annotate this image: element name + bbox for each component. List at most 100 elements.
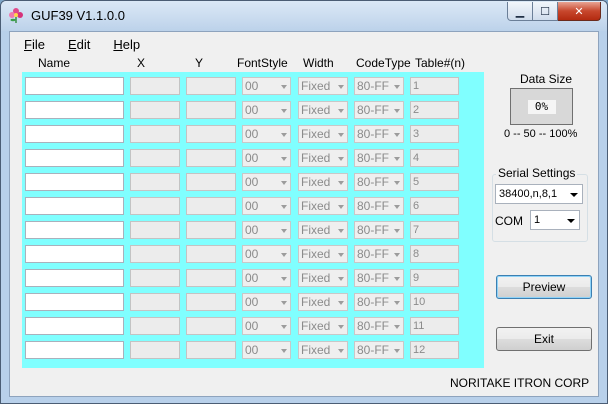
x-input[interactable]	[130, 149, 180, 167]
maximize-button[interactable]: ☐	[533, 2, 558, 21]
y-input[interactable]	[186, 341, 236, 359]
fontstyle-select[interactable]: 00	[242, 293, 291, 311]
table-n-input[interactable]: 5	[410, 173, 459, 191]
y-input[interactable]	[186, 197, 236, 215]
name-input[interactable]	[25, 125, 124, 143]
y-input[interactable]	[186, 125, 236, 143]
name-input[interactable]	[25, 173, 124, 191]
codetype-select[interactable]: 80-FF	[354, 341, 404, 359]
com-port-select[interactable]: 1	[530, 210, 580, 230]
fontstyle-select[interactable]: 00	[242, 77, 291, 95]
table-n-input[interactable]: 10	[410, 293, 459, 311]
x-input[interactable]	[130, 221, 180, 239]
table-n-input[interactable]: 7	[410, 221, 459, 239]
width-select[interactable]: Fixed	[298, 317, 348, 335]
codetype-select[interactable]: 80-FF	[354, 173, 404, 191]
menu-help[interactable]: Help	[99, 34, 149, 54]
table-n-input[interactable]: 1	[410, 77, 459, 95]
width-select[interactable]: Fixed	[298, 197, 348, 215]
name-input[interactable]	[25, 269, 124, 287]
table-row: 00 Fixed 80-FF 8	[22, 245, 484, 265]
menu-file[interactable]: File	[10, 34, 54, 54]
width-select[interactable]: Fixed	[298, 101, 348, 119]
fontstyle-select[interactable]: 00	[242, 101, 291, 119]
y-input[interactable]	[186, 245, 236, 263]
menu-edit[interactable]: Edit	[54, 34, 99, 54]
codetype-select[interactable]: 80-FF	[354, 197, 404, 215]
preview-button[interactable]: Preview	[496, 275, 592, 299]
width-select[interactable]: Fixed	[298, 341, 348, 359]
name-input[interactable]	[25, 149, 124, 167]
x-input[interactable]	[130, 101, 180, 119]
table-n-input[interactable]: 3	[410, 125, 459, 143]
x-input[interactable]	[130, 245, 180, 263]
name-input[interactable]	[25, 197, 124, 215]
table-n-input[interactable]: 2	[410, 101, 459, 119]
table-n-input[interactable]: 11	[410, 317, 459, 335]
codetype-select[interactable]: 80-FF	[354, 293, 404, 311]
fontstyle-select[interactable]: 00	[242, 221, 291, 239]
name-input[interactable]	[25, 101, 124, 119]
x-input[interactable]	[130, 125, 180, 143]
y-input[interactable]	[186, 221, 236, 239]
fontstyle-select[interactable]: 00	[242, 245, 291, 263]
x-input[interactable]	[130, 341, 180, 359]
codetype-select[interactable]: 80-FF	[354, 317, 404, 335]
header-y: Y	[195, 56, 204, 70]
x-input[interactable]	[130, 317, 180, 335]
x-input[interactable]	[130, 293, 180, 311]
table-n-input[interactable]: 12	[410, 341, 459, 359]
width-select[interactable]: Fixed	[298, 221, 348, 239]
fontstyle-select[interactable]: 00	[242, 125, 291, 143]
y-input[interactable]	[186, 77, 236, 95]
width-select[interactable]: Fixed	[298, 269, 348, 287]
codetype-select[interactable]: 80-FF	[354, 269, 404, 287]
minimize-button[interactable]: ▁	[507, 2, 533, 21]
fontstyle-select[interactable]: 00	[242, 317, 291, 335]
fontstyle-select[interactable]: 00	[242, 269, 291, 287]
name-input[interactable]	[25, 221, 124, 239]
table-n-input[interactable]: 6	[410, 197, 459, 215]
y-input[interactable]	[186, 149, 236, 167]
y-input[interactable]	[186, 293, 236, 311]
title-bar[interactable]: GUF39 V1.1.0.0 ▁ ☐ ✕	[1, 1, 607, 31]
fontstyle-select[interactable]: 00	[242, 341, 291, 359]
width-select[interactable]: Fixed	[298, 125, 348, 143]
width-select[interactable]: Fixed	[298, 293, 348, 311]
y-input[interactable]	[186, 173, 236, 191]
serial-settings-select[interactable]: 38400,n,8,1	[495, 184, 583, 204]
y-input[interactable]	[186, 101, 236, 119]
name-input[interactable]	[25, 77, 124, 95]
table-n-input[interactable]: 8	[410, 245, 459, 263]
name-input[interactable]	[25, 293, 124, 311]
exit-button[interactable]: Exit	[496, 327, 592, 351]
fontstyle-value: 00	[245, 247, 259, 261]
fontstyle-select[interactable]: 00	[242, 149, 291, 167]
table-n-input[interactable]: 9	[410, 269, 459, 287]
codetype-select[interactable]: 80-FF	[354, 101, 404, 119]
codetype-select[interactable]: 80-FF	[354, 149, 404, 167]
width-select[interactable]: Fixed	[298, 173, 348, 191]
fontstyle-select[interactable]: 00	[242, 197, 291, 215]
width-select[interactable]: Fixed	[298, 149, 348, 167]
x-input[interactable]	[130, 77, 180, 95]
y-input[interactable]	[186, 317, 236, 335]
close-button[interactable]: ✕	[558, 2, 601, 21]
codetype-select[interactable]: 80-FF	[354, 77, 404, 95]
codetype-select[interactable]: 80-FF	[354, 125, 404, 143]
codetype-select[interactable]: 80-FF	[354, 221, 404, 239]
y-input[interactable]	[186, 269, 236, 287]
table-n-input[interactable]: 4	[410, 149, 459, 167]
name-input[interactable]	[25, 341, 124, 359]
name-input[interactable]	[25, 317, 124, 335]
codetype-select[interactable]: 80-FF	[354, 245, 404, 263]
codetype-value: 80-FF	[357, 295, 390, 309]
name-input[interactable]	[25, 245, 124, 263]
width-value: Fixed	[301, 223, 331, 237]
x-input[interactable]	[130, 269, 180, 287]
width-select[interactable]: Fixed	[298, 245, 348, 263]
fontstyle-select[interactable]: 00	[242, 173, 291, 191]
width-select[interactable]: Fixed	[298, 77, 348, 95]
x-input[interactable]	[130, 173, 180, 191]
x-input[interactable]	[130, 197, 180, 215]
